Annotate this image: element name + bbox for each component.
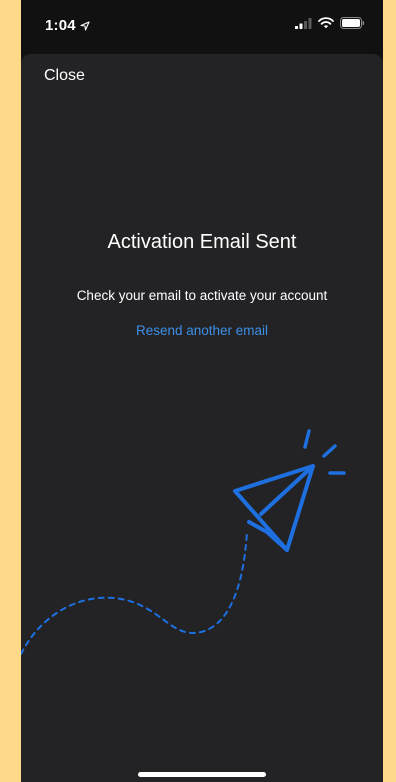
battery-icon	[340, 17, 365, 29]
paper-plane-illustration	[21, 429, 346, 655]
wifi-icon	[318, 17, 334, 29]
status-time: 1:04	[45, 17, 76, 34]
phone-screen: 1:04 Close Activation Email Sent Check y…	[21, 0, 383, 782]
close-button[interactable]: Close	[44, 67, 85, 85]
page-title: Activation Email Sent	[107, 231, 297, 253]
flight-trail	[21, 531, 248, 655]
status-bar: 1:04	[21, 0, 383, 52]
motion-lines	[303, 429, 346, 475]
status-icons	[295, 17, 365, 29]
activation-sheet: Close Activation Email Sent Check your e…	[21, 54, 383, 782]
paper-plane-icon	[233, 464, 315, 552]
cellular-signal-icon	[295, 17, 312, 29]
status-time-group: 1:04	[45, 17, 90, 34]
instruction-text: Check your email to activate your accoun…	[76, 288, 328, 303]
home-indicator[interactable]	[138, 772, 266, 777]
location-arrow-icon	[80, 20, 90, 31]
resend-email-link[interactable]: Resend another email	[21, 323, 383, 338]
